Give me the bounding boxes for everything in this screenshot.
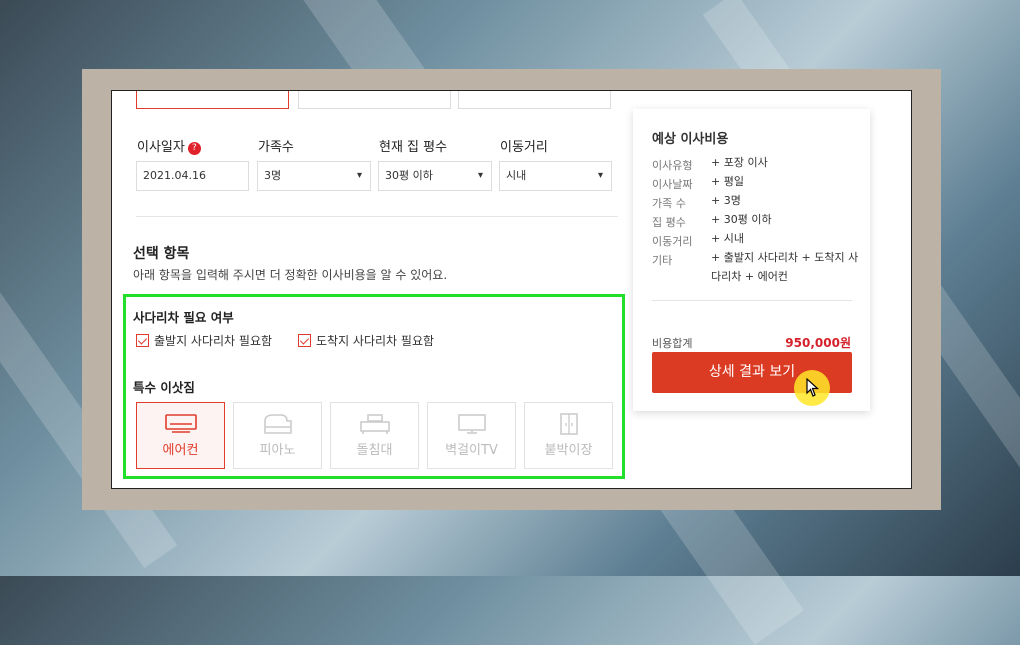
piano-icon bbox=[263, 414, 292, 434]
summary-row-value: + 시내 bbox=[711, 232, 744, 245]
special-item-stone-bed[interactable]: 돌침대 bbox=[330, 402, 419, 469]
divider bbox=[652, 300, 852, 301]
area-label: 현재 집 평수 bbox=[379, 140, 448, 155]
chevron-down-icon: ▾ bbox=[597, 170, 603, 181]
mouse-cursor-icon bbox=[806, 378, 820, 397]
checkbox-checked-icon bbox=[136, 334, 149, 347]
date-label: 이사일자? bbox=[137, 136, 201, 155]
summary-row-label: 가족 수 bbox=[652, 197, 686, 210]
tab-move-type-1[interactable]: 포장 이사 bbox=[136, 91, 289, 109]
tv-icon bbox=[457, 414, 486, 434]
summary-row-value: + 평일 bbox=[711, 175, 744, 188]
help-icon[interactable]: ? bbox=[187, 142, 201, 155]
family-select[interactable]: 3명 ▾ bbox=[257, 161, 371, 191]
divider bbox=[136, 216, 618, 217]
air-conditioner-icon bbox=[164, 414, 197, 433]
tab-move-type-3[interactable]: 일반 이사 bbox=[458, 91, 611, 109]
departure-ladder-checkbox[interactable]: 출발지 사다리차 필요함 bbox=[136, 332, 272, 349]
distance-label: 이동거리 bbox=[500, 140, 548, 155]
summary-row-value: + 3명 bbox=[711, 194, 741, 207]
total-label: 비용합계 bbox=[652, 337, 693, 350]
summary-row-label: 이사날짜 bbox=[652, 178, 693, 191]
family-label: 가족수 bbox=[258, 140, 294, 155]
total-value: 950,000원 bbox=[785, 336, 851, 350]
options-title: 선택 항목 bbox=[133, 246, 190, 262]
tab-move-type-2[interactable]: 반포장 이사 bbox=[298, 91, 451, 109]
ladder-title: 사다리차 필요 여부 bbox=[133, 310, 234, 325]
summary-row-label: 이동거리 bbox=[652, 235, 693, 248]
special-item-wall-tv[interactable]: 벽걸이TV bbox=[427, 402, 516, 469]
summary-row-label: 집 평수 bbox=[652, 216, 686, 229]
wardrobe-icon bbox=[559, 413, 578, 435]
summary-row-value: + 포장 이사 bbox=[711, 156, 768, 169]
chevron-down-icon: ▾ bbox=[356, 170, 362, 181]
area-select[interactable]: 30평 이하 ▾ bbox=[378, 161, 492, 191]
special-item-piano[interactable]: 피아노 bbox=[233, 402, 322, 469]
options-description: 아래 항목을 입력해 주시면 더 정확한 이사비용을 알 수 있어요. bbox=[133, 268, 448, 282]
chevron-down-icon: ▾ bbox=[477, 170, 483, 181]
checkbox-checked-icon bbox=[298, 334, 311, 347]
summary-row-value: + 30평 이하 bbox=[711, 213, 772, 226]
summary-row-label: 기타 bbox=[652, 254, 673, 267]
bed-icon bbox=[359, 414, 390, 434]
special-item-aircon[interactable]: 에어컨 bbox=[136, 402, 225, 469]
special-items-title: 특수 이삿짐 bbox=[133, 380, 195, 395]
moving-cost-panel: 포장 이사 반포장 이사 일반 이사 이사일자? 가족수 현재 집 평수 이동거… bbox=[111, 90, 912, 489]
distance-select[interactable]: 시내 ▾ bbox=[499, 161, 612, 191]
summary-row-label: 이사유형 bbox=[652, 159, 693, 172]
summary-row-value: + 출발지 사다리차 + 도착지 사다리차 + 에어컨 bbox=[711, 251, 859, 283]
special-item-built-in-wardrobe[interactable]: 붙박이장 bbox=[524, 402, 613, 469]
estimate-summary-card: 예상 이사비용 이사유형 + 포장 이사 이사날짜 + 평일 가족 수 + 3명… bbox=[633, 109, 870, 411]
date-input[interactable]: 2021.04.16 bbox=[136, 161, 249, 191]
summary-title: 예상 이사비용 bbox=[652, 132, 729, 147]
arrival-ladder-checkbox[interactable]: 도착지 사다리차 필요함 bbox=[298, 332, 434, 349]
